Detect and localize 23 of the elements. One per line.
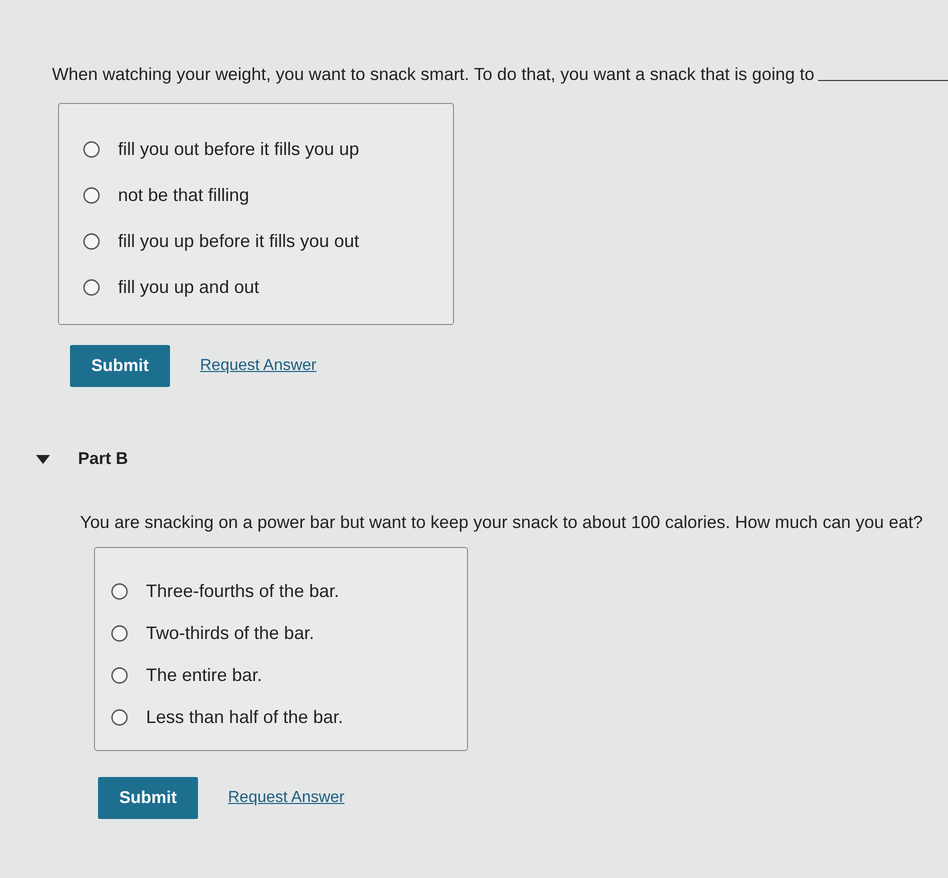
request-answer-link[interactable]: Request Answer: [200, 357, 317, 375]
submit-button[interactable]: Submit: [70, 345, 170, 387]
radio-button[interactable]: [111, 708, 128, 726]
option-label[interactable]: fill you up before it fills you out: [118, 230, 360, 252]
radio-button[interactable]: [111, 582, 128, 600]
question-text: When watching your weight, you want to snack smart. To do that, you want a snack that is going to: [52, 63, 814, 85]
option-label[interactable]: fill you out before it fills you up: [118, 138, 360, 160]
option-label[interactable]: not be that filling: [118, 184, 250, 206]
radio-button[interactable]: [111, 624, 128, 642]
radio-button[interactable]: [83, 140, 100, 158]
submit-button[interactable]: Submit: [98, 777, 198, 819]
question-text: You are snacking on a power bar but want to keep your snack to about 100 calories. How much can you eat?: [80, 511, 923, 533]
option-label[interactable]: fill you up and out: [118, 276, 260, 298]
radio-button[interactable]: [83, 278, 100, 296]
option-label[interactable]: Less than half of the bar.: [146, 706, 344, 728]
radio-button[interactable]: [83, 186, 100, 204]
option-label[interactable]: Two-thirds of the bar.: [146, 622, 314, 644]
option-label[interactable]: Three-fourths of the bar.: [146, 580, 340, 602]
radio-button[interactable]: [111, 666, 128, 684]
part-toggle[interactable]: Part B: [36, 449, 128, 469]
option-label[interactable]: The entire bar.: [146, 664, 262, 686]
request-answer-link[interactable]: Request Answer: [228, 789, 345, 807]
radio-button[interactable]: [83, 232, 100, 250]
